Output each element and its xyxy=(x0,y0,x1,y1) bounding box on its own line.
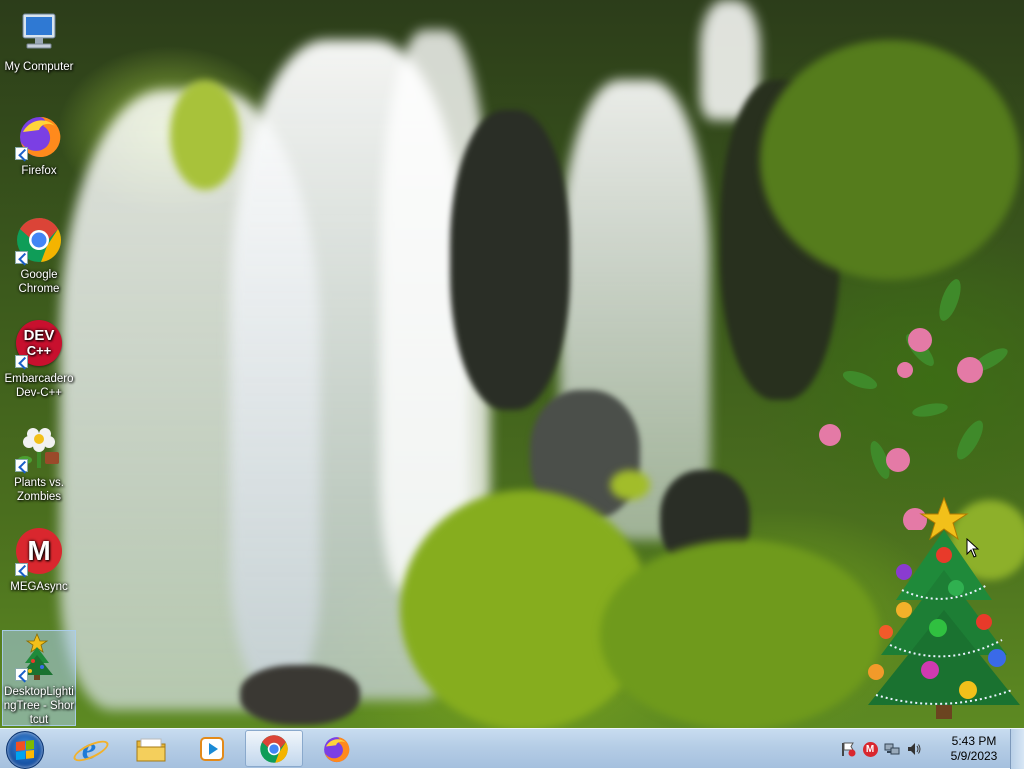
windows-logo-icon xyxy=(16,740,34,760)
taskbar-chrome[interactable] xyxy=(245,730,303,767)
desktop-icon-google-chrome[interactable]: Google Chrome xyxy=(2,216,76,296)
firefox-icon xyxy=(15,112,63,160)
show-desktop-button[interactable] xyxy=(1010,729,1024,769)
desktop-icon-megasync[interactable]: M MEGAsync xyxy=(2,528,76,594)
clock-date: 5/9/2023 xyxy=(950,749,998,763)
plants-vs-zombies-icon xyxy=(15,424,63,472)
taskbar-file-explorer[interactable] xyxy=(122,730,180,767)
firefox-icon xyxy=(324,736,350,762)
desktop-icon-my-computer[interactable]: My Computer xyxy=(2,8,76,74)
mega-tray-badge: M xyxy=(865,743,875,755)
desktop-icon-dev-cpp[interactable]: DEV C++ Embarcadero Dev-C++ xyxy=(2,320,76,400)
christmas-tree-decoration xyxy=(868,496,1020,719)
desktop-icon-plants-vs-zombies[interactable]: Plants vs. Zombies xyxy=(2,424,76,504)
devcpp-icon: DEV C++ xyxy=(15,320,63,368)
folder-icon xyxy=(136,738,166,761)
desktop-icon-firefox[interactable]: Firefox xyxy=(2,112,76,178)
taskbar: e M 5:43 PM 5/9/2023 xyxy=(0,728,1024,769)
taskbar-firefox[interactable] xyxy=(307,730,365,767)
shortcut-arrow-icon xyxy=(15,563,28,576)
shortcut-arrow-icon xyxy=(15,459,28,472)
desktop-icon-label: Embarcadero Dev-C++ xyxy=(4,373,74,399)
desktop-icon-label: Plants vs. Zombies xyxy=(14,477,64,503)
clock[interactable]: 5:43 PM 5/9/2023 xyxy=(946,734,1002,764)
christmas-tree-icon xyxy=(15,632,63,681)
computer-icon xyxy=(15,8,63,56)
desktop-icon-label: DesktopLightingTree - Shortcut xyxy=(3,686,75,726)
shortcut-arrow-icon xyxy=(15,668,28,681)
mega-badge-text: M xyxy=(27,535,51,566)
chrome-icon xyxy=(260,734,288,763)
action-center-flag-icon[interactable] xyxy=(840,741,856,757)
desktop-icon-label: Google Chrome xyxy=(18,269,60,295)
devcpp-badge-text: DEV xyxy=(23,327,55,344)
taskbar-media-player[interactable] xyxy=(183,730,241,767)
shortcut-arrow-icon xyxy=(15,355,28,368)
network-icon[interactable] xyxy=(884,741,900,757)
shortcut-arrow-icon xyxy=(15,251,28,264)
mega-icon: M xyxy=(15,528,63,576)
desktop-wallpaper[interactable]: My Computer Firefox Google Chrome DEV C+… xyxy=(0,0,1024,728)
system-tray: M xyxy=(840,729,922,769)
mouse-cursor-icon xyxy=(966,538,980,558)
taskbar-internet-explorer[interactable]: e xyxy=(60,730,118,767)
chrome-icon xyxy=(15,216,63,264)
desktop-icon-label: Firefox xyxy=(21,165,57,177)
desktop-icon-desktop-lighting-tree[interactable]: DesktopLightingTree - Shortcut xyxy=(2,630,76,726)
mega-tray-icon[interactable]: M xyxy=(862,741,878,757)
volume-icon[interactable] xyxy=(906,741,922,757)
desktop-icon-label: MEGAsync xyxy=(10,581,68,593)
desktop-icon-label: My Computer xyxy=(4,61,74,73)
devcpp-badge-subtext: C++ xyxy=(26,343,52,358)
shortcut-arrow-icon xyxy=(15,147,28,160)
ie-icon: e xyxy=(70,730,112,766)
clock-time: 5:43 PM xyxy=(951,734,997,748)
media-player-icon xyxy=(200,736,224,761)
start-button[interactable] xyxy=(6,731,44,769)
